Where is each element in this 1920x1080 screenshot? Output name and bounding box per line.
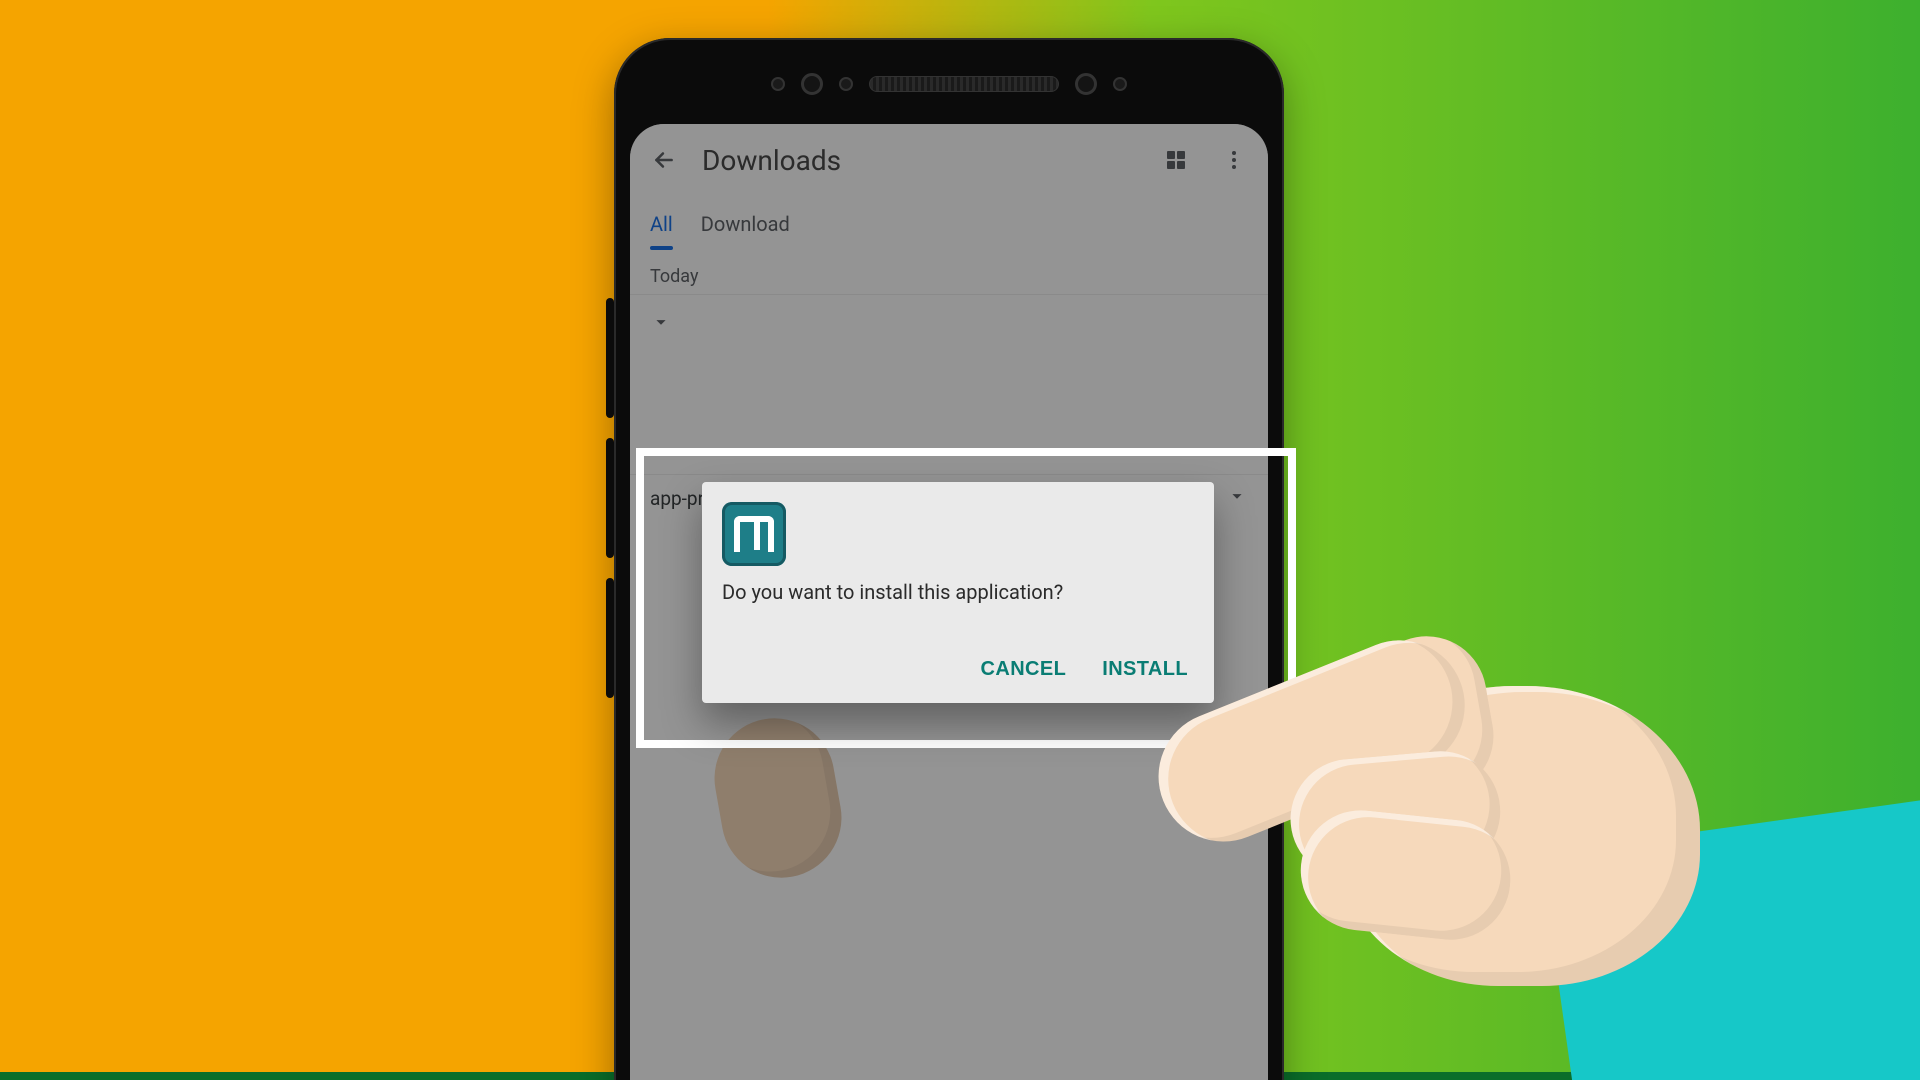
- app-icon: [722, 502, 786, 566]
- hand-palm: [1340, 686, 1700, 986]
- tab-all[interactable]: All: [650, 212, 673, 250]
- phone-side-button: [606, 298, 614, 418]
- arrow-back-icon: [651, 147, 677, 173]
- front-camera-icon: [1075, 73, 1097, 95]
- hand-thumb: [1357, 627, 1503, 805]
- dialog-message: Do you want to install this application?: [722, 580, 1194, 604]
- install-dialog: Do you want to install this application?…: [702, 482, 1214, 703]
- tab-download[interactable]: Download: [701, 212, 790, 250]
- n-letter-icon: [734, 516, 774, 552]
- sensor-dot-icon: [771, 77, 785, 91]
- overflow-menu-button[interactable]: [1214, 140, 1254, 180]
- more-vert-icon: [1222, 148, 1246, 172]
- install-button[interactable]: INSTALL: [1096, 648, 1194, 691]
- file-thumbnail: [705, 709, 851, 887]
- page-title: Downloads: [702, 144, 841, 177]
- hand-sleeve: [1540, 781, 1920, 1080]
- tutorial-stage: Downloads All Download Today: [0, 0, 1920, 1080]
- phone-top-bezel: [614, 54, 1284, 114]
- sensor-dot-icon: [1113, 77, 1127, 91]
- front-camera-icon: [801, 73, 823, 95]
- chevron-down-icon[interactable]: [650, 311, 672, 333]
- cancel-button[interactable]: CANCEL: [975, 648, 1073, 691]
- phone-side-button: [606, 578, 614, 698]
- back-button[interactable]: [644, 140, 684, 180]
- grid-view-button[interactable]: [1156, 140, 1196, 180]
- speaker-grill-icon: [869, 76, 1059, 92]
- chevron-down-icon[interactable]: [1226, 485, 1248, 511]
- section-label-today: Today: [630, 250, 1268, 295]
- dialog-actions: CANCEL INSTALL: [722, 648, 1194, 691]
- list-gap: [630, 294, 1268, 474]
- hand-ring-finger: [1295, 804, 1516, 945]
- grid-view-icon: [1164, 148, 1188, 172]
- app-bar: Downloads: [630, 124, 1268, 196]
- sensor-dot-icon: [839, 77, 853, 91]
- hand-middle-finger: [1286, 746, 1506, 884]
- tabs: All Download: [630, 196, 1268, 250]
- phone-side-button: [606, 438, 614, 558]
